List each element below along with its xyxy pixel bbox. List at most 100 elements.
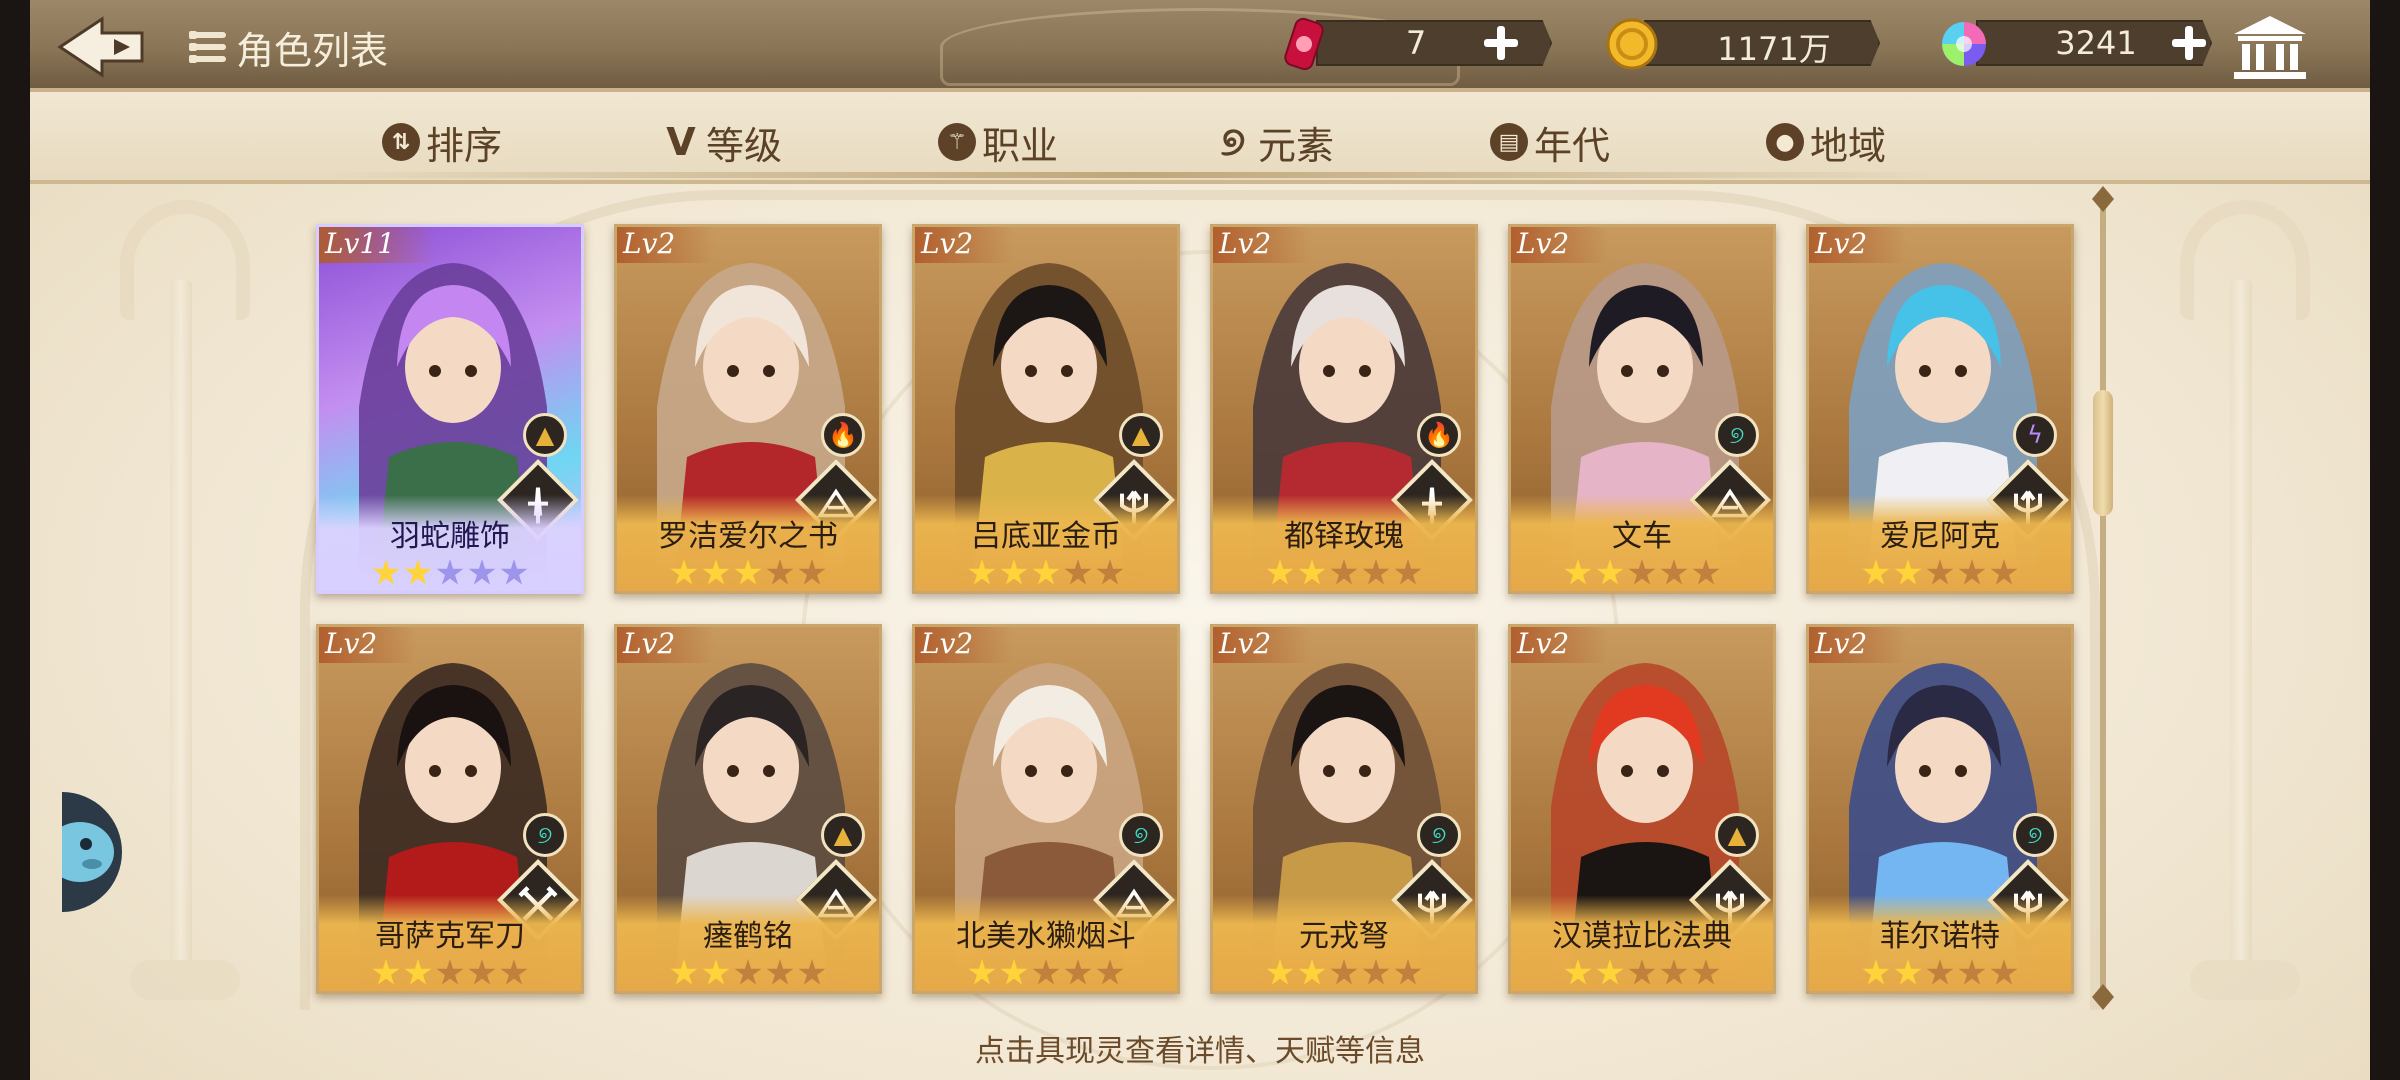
star-empty-icon [1628,959,1656,985]
character-card[interactable]: Lv2 ୭ 菲尔诺特 [1806,624,2074,994]
star-filled-icon [404,559,432,585]
star-empty-icon [766,959,794,985]
back-button[interactable] [56,12,176,82]
scroll-bottom-ornament-icon [2092,984,2114,1010]
character-level: Lv2 [1809,227,1908,263]
character-card[interactable]: Lv2 🔥 都铎玫瑰 [1210,224,1478,594]
currency-crystal: 3241 [1936,18,2216,68]
character-level: Lv2 [1511,627,1610,663]
element-wind-icon: ୭ [2013,813,2057,857]
character-name: 都铎玫瑰 [1284,519,1404,554]
character-card[interactable]: Lv2 ୭ 文车 [1508,224,1776,594]
star-empty-icon [468,959,496,985]
star-rating [1809,959,2071,987]
tab-era[interactable]: ▤ 年代 [1490,112,1610,172]
location-icon: ● [1766,123,1804,161]
element-icon: ୭ [1220,119,1246,165]
tab-underline [312,172,1952,178]
back-arrow-icon [57,16,144,78]
star-rating [1213,559,1475,587]
filter-tab-bar [30,92,2370,184]
character-card[interactable]: Lv2 ▲ 瘗鹤铭 [614,624,882,994]
star-empty-icon [1330,959,1358,985]
character-card[interactable]: Lv2 ୭ 北美水獭烟斗 [912,624,1180,994]
page-title-text: 角色列表 [236,28,389,73]
character-level: Lv2 [617,627,716,663]
star-rating [1511,559,1773,587]
star-filled-icon [1862,959,1890,985]
star-filled-icon [1894,959,1922,985]
character-card[interactable]: Lv2 ୭ 元戎弩 [1210,624,1478,994]
star-rating [915,959,1177,987]
element-wind-icon: ୭ [523,813,567,857]
star-filled-icon [1000,559,1028,585]
ticket-count: 7 [1405,24,1427,62]
star-filled-icon [1000,959,1028,985]
bank-button[interactable] [2232,14,2308,80]
star-empty-icon [1660,559,1688,585]
sort-icon: ⇅ [382,123,420,161]
gold-coin-icon [1606,18,1658,70]
star-filled-icon [1564,559,1592,585]
character-card[interactable]: Lv2 ▲ 汉谟拉比法典 [1508,624,1776,994]
element-thunder-icon: ϟ [2013,413,2057,457]
star-empty-icon [1628,559,1656,585]
element-wind-icon: ୭ [1715,413,1759,457]
element-fire-icon: 🔥 [821,413,865,457]
character-card[interactable]: Lv2 ୭ 哥萨克军刀 [316,624,584,994]
list-icon [189,30,226,64]
level-icon: V [666,120,696,164]
star-filled-icon [1862,559,1890,585]
star-rating [617,559,879,587]
star-empty-icon [1692,559,1720,585]
character-level: Lv2 [1213,627,1312,663]
character-name: 文车 [1612,519,1672,554]
star-filled-icon [1298,559,1326,585]
star-empty-icon [1958,959,1986,985]
tab-level[interactable]: V 等级 [662,112,782,172]
star-empty-icon [500,959,528,985]
character-card[interactable]: Lv2 ▲ 吕底亚金币 [912,224,1180,594]
page-title: 角色列表 [189,20,389,74]
tab-class[interactable]: ⚚ 职业 [938,112,1058,172]
footer-hint: 点击具现灵查看详情、天赋等信息 [975,1034,1425,1069]
currency-ticket: 7 [1276,17,1556,71]
star-empty-icon [734,959,762,985]
add-crystal-button[interactable] [2168,22,2210,64]
character-level: Lv2 [915,227,1014,263]
character-name: 哥萨克军刀 [375,919,525,954]
star-rating [1213,959,1475,987]
character-card[interactable]: Lv2 🔥 罗洁爱尔之书 [614,224,882,594]
gold-amount: 1171万 [1717,30,1831,68]
star-filled-icon [372,559,400,585]
star-filled-icon [1266,959,1294,985]
star-filled-icon [1894,559,1922,585]
character-card[interactable]: Lv2 ϟ 爱尼阿克 [1806,224,2074,594]
character-name: 元戎弩 [1299,919,1389,954]
tab-element[interactable]: ୭ 元素 [1214,112,1334,172]
star-filled-icon [404,959,432,985]
element-wind-icon: ୭ [1119,813,1163,857]
star-empty-icon [1958,559,1986,585]
star-filled-icon [968,559,996,585]
character-card[interactable]: Lv11 ▲ 羽蛇雕饰 [316,224,584,594]
character-name: 瘗鹤铭 [703,919,793,954]
star-empty-icon [436,959,464,985]
character-name: 菲尔诺特 [1880,919,2000,954]
element-wind-icon: ୭ [1417,813,1461,857]
add-ticket-button[interactable] [1480,22,1522,64]
scrollbar-thumb[interactable] [2093,390,2113,516]
star-filled-icon [702,559,730,585]
character-name: 羽蛇雕饰 [390,519,510,554]
star-empty-icon [1660,959,1688,985]
star-empty-icon [1330,559,1358,585]
star-rating [617,959,879,987]
star-filled-icon [1032,559,1060,585]
star-filled-icon [734,559,762,585]
character-level: Lv2 [1809,627,1908,663]
tab-sort[interactable]: ⇅ 排序 [382,112,502,172]
star-rating [915,559,1177,587]
element-earth-icon: ▲ [821,813,865,857]
tab-region[interactable]: ● 地域 [1766,112,1886,172]
star-empty-icon [1692,959,1720,985]
